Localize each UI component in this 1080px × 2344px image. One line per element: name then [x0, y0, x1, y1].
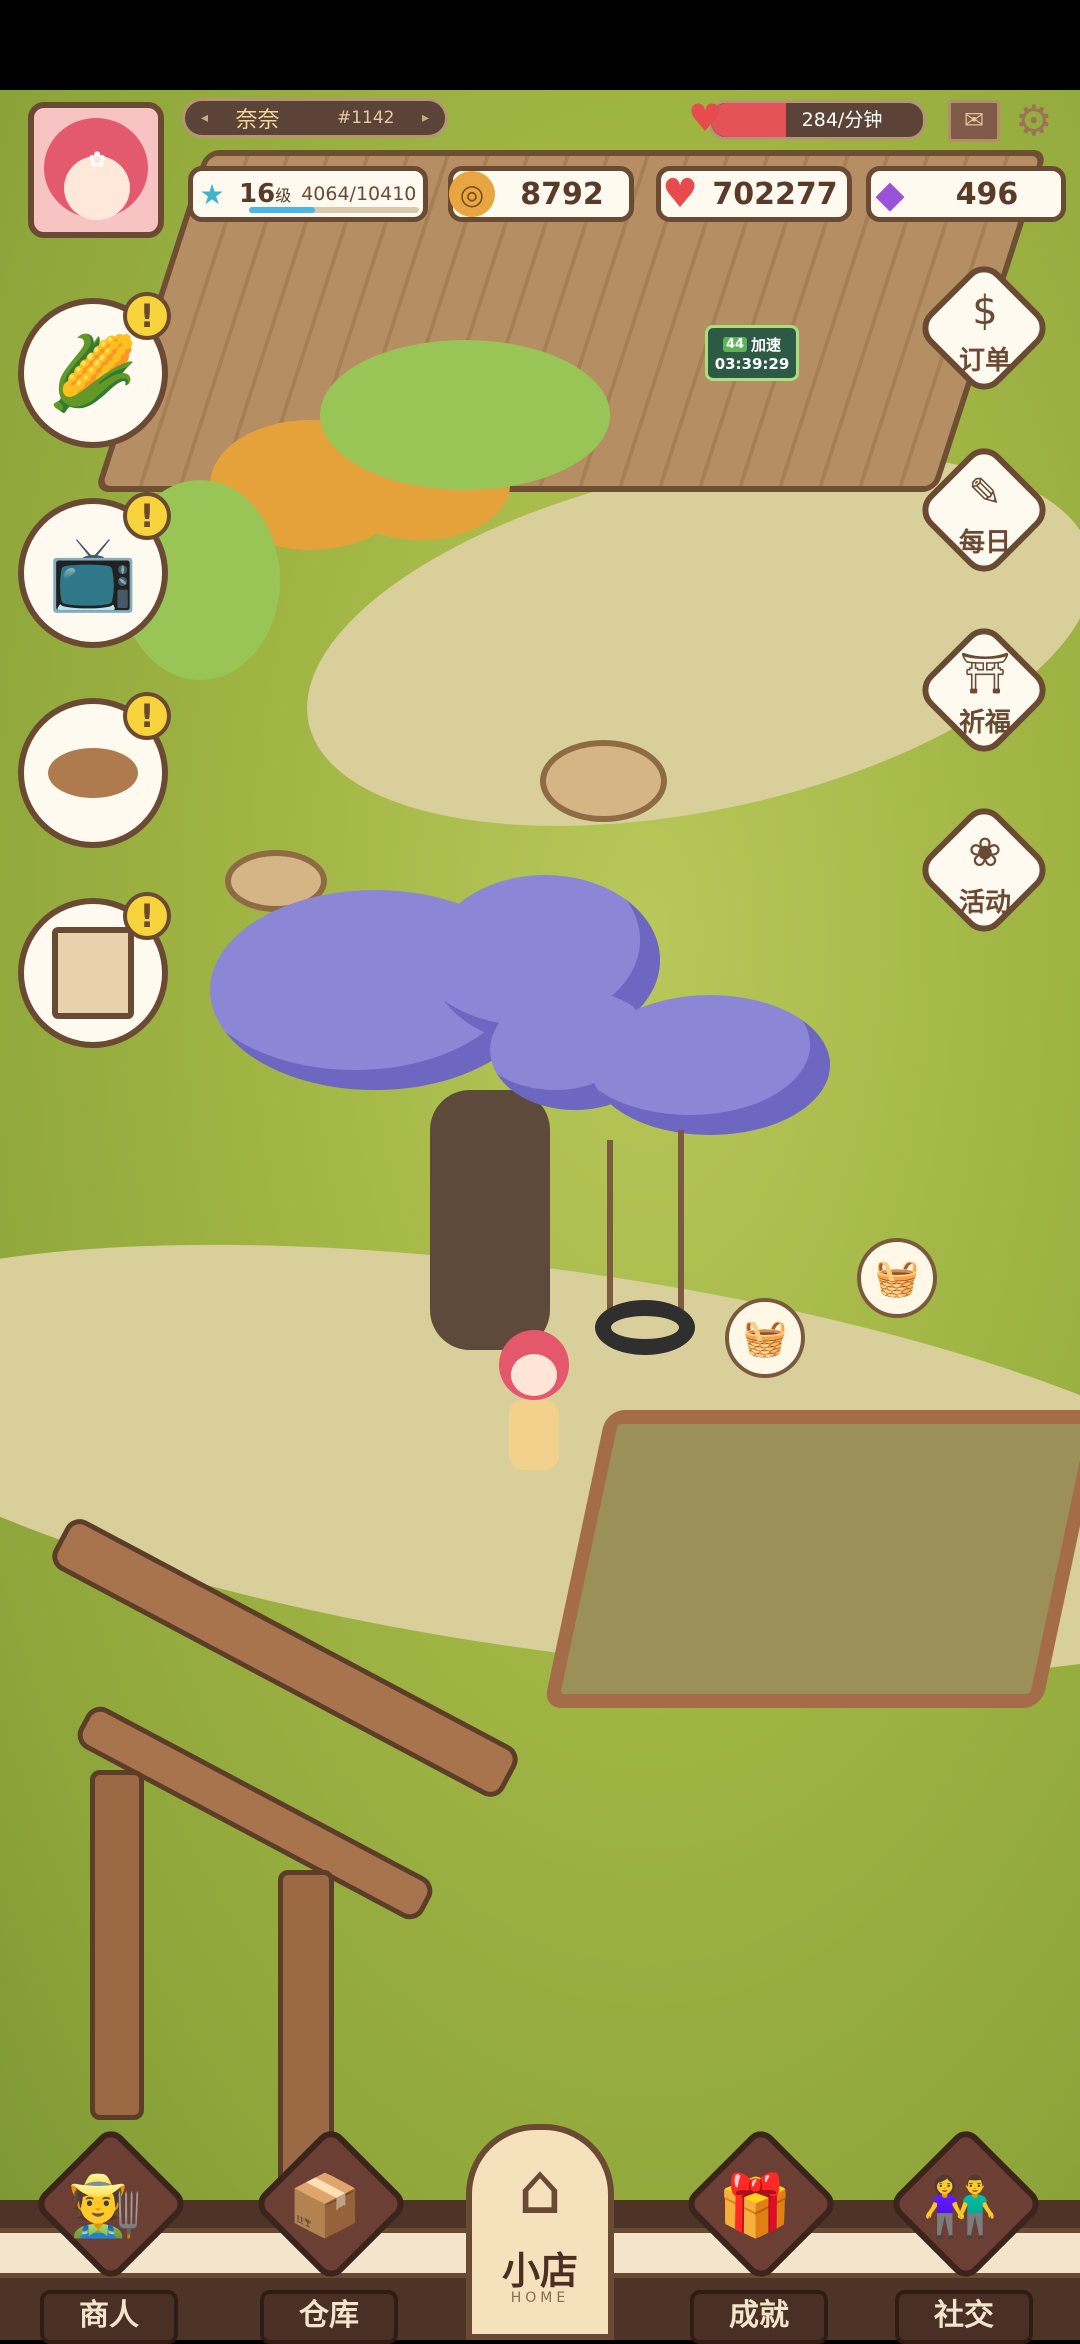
alert-icon: ! [123, 292, 171, 340]
xp-progress-fill [249, 207, 316, 213]
coin-counter[interactable]: ◎ 8792 [448, 166, 634, 222]
flour-icon [48, 748, 138, 798]
prayer-menu-button[interactable]: ⛩ 祈福 [913, 619, 1055, 761]
gem-icon: ◆ [875, 172, 905, 216]
level-panel[interactable]: ★ 16 级 4064/10410 [188, 166, 428, 222]
heart-rate-text: 284/分钟 [801, 109, 883, 131]
order-menu-button[interactable]: $ 订单 [913, 257, 1055, 399]
level-unit: 级 [275, 186, 292, 205]
nav-home-sub: HOME [510, 2290, 570, 2306]
player-id: #1142 [336, 108, 395, 128]
gem-counter[interactable]: ◆ 496 [866, 166, 1066, 222]
coin-icon: ◎ [449, 171, 495, 217]
basket-bubble-icon[interactable]: 🧺 [857, 1238, 937, 1318]
purple-tree-canopy [590, 995, 830, 1135]
event-menu-button[interactable]: ❀ 活动 [913, 799, 1055, 941]
alert-icon: ! [123, 492, 171, 540]
gear-icon[interactable]: ⚙ [1015, 96, 1053, 145]
heart-counter[interactable]: ♥ 702277 [656, 166, 852, 222]
player-xp: 4064/10410 [301, 183, 417, 205]
heart-icon: ♥ [688, 96, 723, 140]
tv-ad-icon: 📺 [48, 530, 138, 615]
nav-achievement[interactable]: 🎁 成就 [680, 2124, 841, 2344]
player-character[interactable] [497, 1330, 572, 1490]
shop-sign-icon [52, 927, 134, 1019]
player-avatar[interactable]: ✿ [28, 102, 164, 238]
speedup-label: 加速 [751, 335, 782, 354]
event-balloon-icon: ❀ [968, 830, 1002, 876]
player-name-bar[interactable]: ◂ 奈奈 #1142 ▸ [182, 98, 448, 138]
prayer-label: 祈福 [958, 708, 1011, 738]
order-book-icon: $ [972, 288, 998, 334]
right-arrow-icon: ▸ [421, 110, 429, 126]
nav-merchant[interactable]: 🧑‍🌾 商人 [30, 2124, 191, 2344]
character-face [511, 1354, 557, 1396]
purple-tree-trunk [430, 1090, 550, 1350]
alert-icon: ! [123, 692, 171, 740]
warehouse-box-icon: 📦 [287, 2171, 363, 2241]
nav-home[interactable]: ⌂ 小店 HOME [466, 2124, 614, 2340]
alert-icon: ! [123, 892, 171, 940]
daily-notepad-icon: ✎ [968, 470, 1002, 516]
player-level: 16 [239, 179, 276, 209]
swing-rope [607, 1140, 613, 1310]
player-name: 奈奈 [235, 108, 280, 133]
tire-swing[interactable] [595, 1300, 695, 1355]
event-label: 活动 [958, 888, 1011, 918]
nav-merchant-label: 商人 [40, 2290, 178, 2344]
order-label: 订单 [958, 346, 1011, 376]
merchant-icon: 🧑‍🌾 [67, 2171, 143, 2241]
prayer-icon: ⛩ [959, 651, 1011, 697]
flower-icon: ✿ [88, 148, 107, 173]
gem-value: 496 [955, 176, 1019, 212]
nav-social-label: 社交 [895, 2290, 1033, 2344]
nav-achievement-label: 成就 [690, 2290, 828, 2344]
omamori-icon: 🎁 [717, 2171, 793, 2241]
chicken-pen[interactable] [543, 1410, 1080, 1708]
speedup-time: 03:39:29 [714, 354, 790, 373]
nav-warehouse-label: 仓库 [260, 2290, 398, 2344]
shop-speedup-timer[interactable]: 44 加速 03:39:29 [705, 325, 799, 381]
nav-warehouse[interactable]: 📦 仓库 [250, 2124, 411, 2344]
character-body [509, 1400, 559, 1470]
xp-progress-bar [249, 207, 419, 213]
heart-resource-icon: ♥ [662, 171, 698, 217]
speedup-level: 44 [722, 336, 748, 352]
nav-social[interactable]: 👫 社交 [885, 2124, 1046, 2344]
friends-icon: 👫 [922, 2171, 998, 2241]
torii-post [90, 1770, 144, 2120]
mail-icon[interactable]: ✉ [948, 100, 1000, 142]
basket-bubble-icon[interactable]: 🧺 [725, 1298, 805, 1378]
daily-label: 每日 [958, 528, 1011, 558]
game-world[interactable]: 🧺 🧺 44 加速 03:39:29 [0, 90, 1080, 2200]
heart-rate-bar: 284/分钟 [708, 100, 926, 140]
nav-home-label: 小店 [501, 2249, 578, 2293]
swing-rope [678, 1130, 684, 1310]
green-tree-canopy [320, 340, 610, 490]
coin-value: 8792 [520, 176, 604, 212]
heart-value: 702277 [712, 176, 838, 212]
daily-menu-button[interactable]: ✎ 每日 [913, 439, 1055, 581]
status-bar [0, 0, 1080, 90]
house-icon: ⌂ [517, 2148, 563, 2230]
left-arrow-icon: ◂ [201, 110, 209, 126]
tree-stump [540, 740, 667, 822]
corn-icon: 🌽 [48, 330, 138, 415]
star-icon: ★ [199, 177, 225, 211]
